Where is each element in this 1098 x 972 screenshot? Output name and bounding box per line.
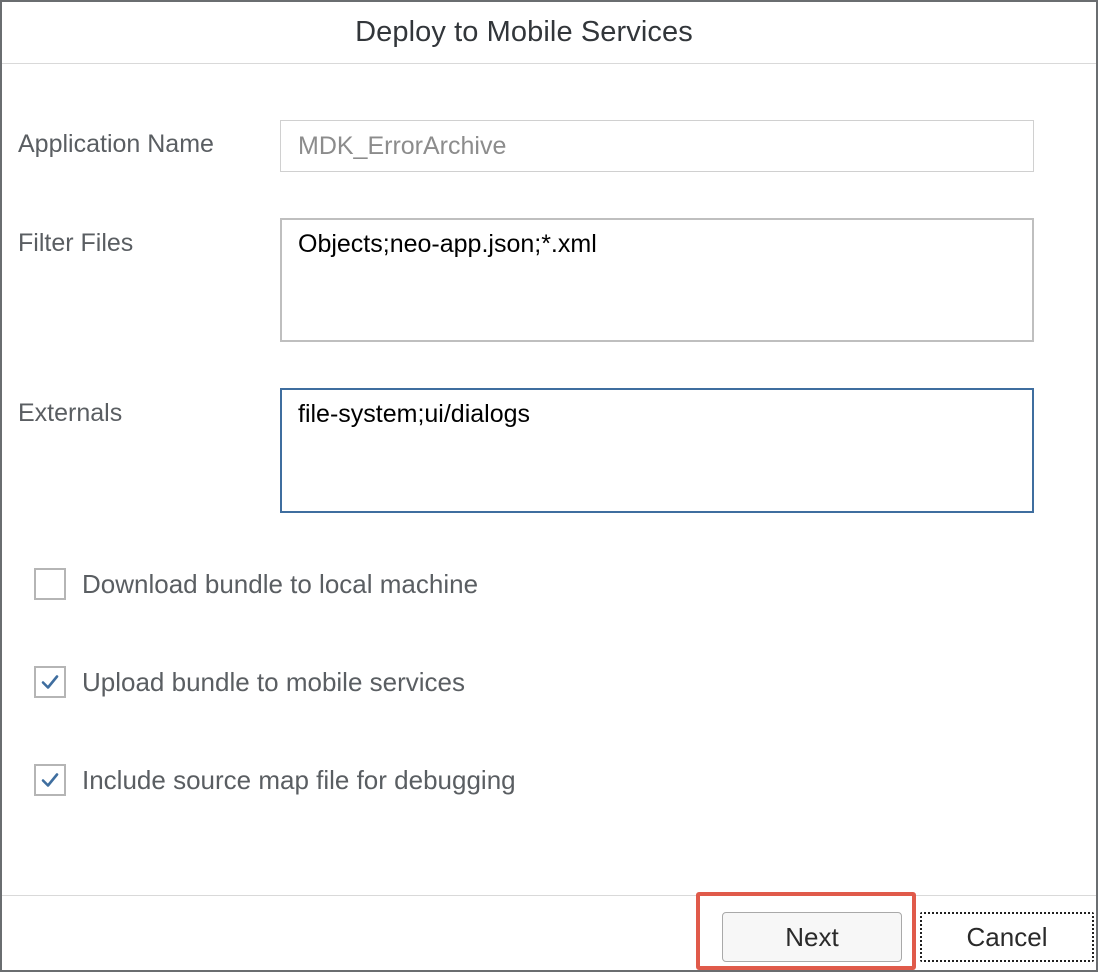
- externals-textarea[interactable]: file-system;ui/dialogs: [280, 388, 1034, 513]
- check-icon: [41, 675, 59, 689]
- dialog-title: Deploy to Mobile Services: [355, 16, 693, 48]
- download-bundle-option[interactable]: Download bundle to local machine: [34, 568, 478, 600]
- cancel-button[interactable]: Cancel: [920, 912, 1094, 962]
- upload-bundle-option[interactable]: Upload bundle to mobile services: [34, 666, 465, 698]
- source-map-option[interactable]: Include source map file for debugging: [34, 764, 516, 796]
- download-bundle-checkbox[interactable]: [34, 568, 66, 600]
- upload-bundle-label: Upload bundle to mobile services: [82, 666, 465, 697]
- check-icon: [41, 773, 59, 787]
- source-map-label: Include source map file for debugging: [82, 764, 516, 795]
- filter-files-textarea[interactable]: Objects;neo-app.json;*.xml: [280, 218, 1034, 342]
- deploy-dialog: Deploy to Mobile Services Application Na…: [0, 0, 1098, 972]
- download-bundle-label: Download bundle to local machine: [82, 568, 479, 599]
- next-button[interactable]: Next: [722, 912, 902, 962]
- application-name-label: Application Name: [18, 130, 214, 158]
- externals-label: Externals: [18, 399, 123, 427]
- filter-files-label: Filter Files: [18, 229, 134, 257]
- dialog-header: Deploy to Mobile Services: [2, 2, 1096, 64]
- application-name-input[interactable]: [280, 120, 1034, 172]
- source-map-checkbox[interactable]: [34, 764, 66, 796]
- dialog-footer: Next Cancel: [2, 892, 1096, 972]
- upload-bundle-checkbox[interactable]: [34, 666, 66, 698]
